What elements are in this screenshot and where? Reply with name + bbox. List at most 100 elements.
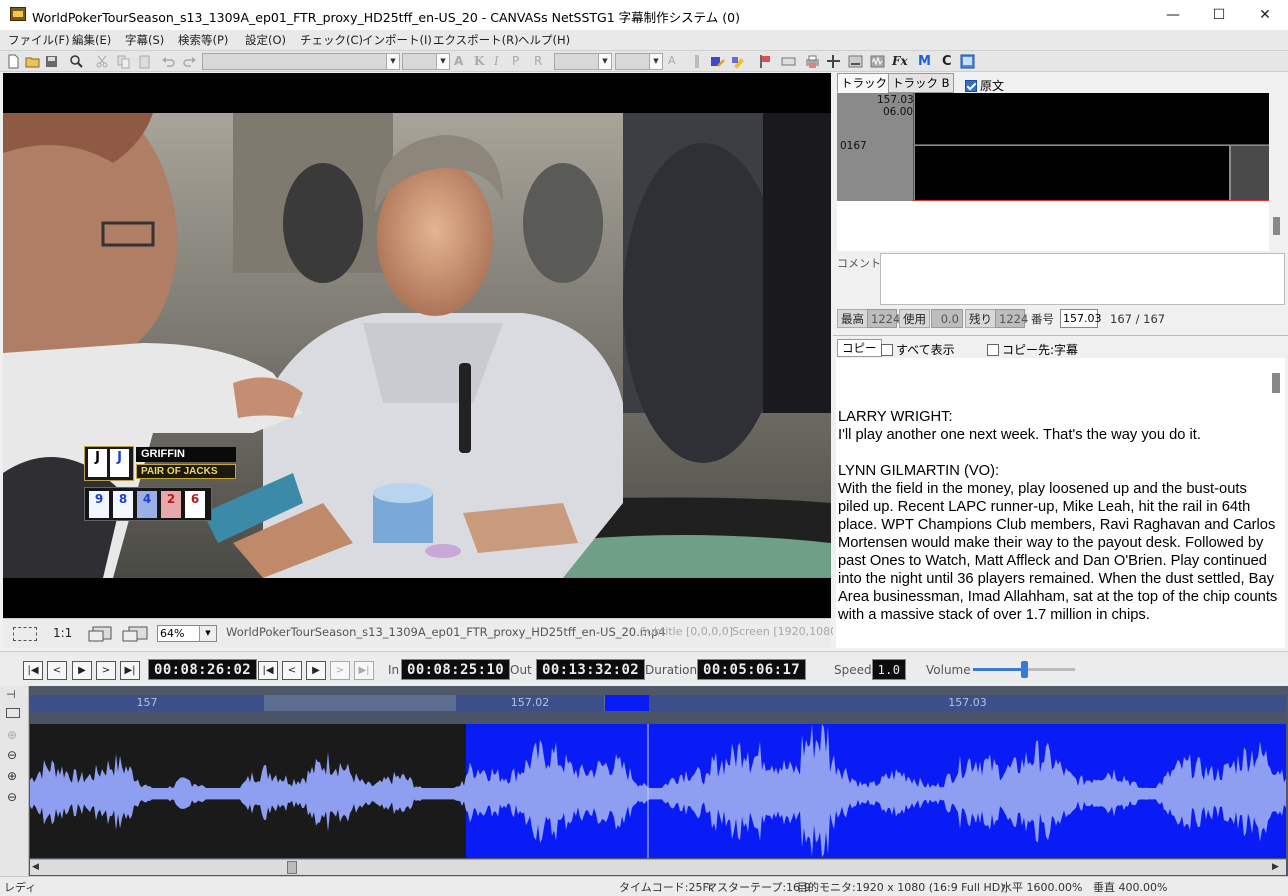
- scroll-thumb[interactable]: [287, 861, 297, 874]
- volume-knob[interactable]: [1021, 661, 1028, 678]
- waveform-icon[interactable]: [870, 54, 885, 69]
- step-back-button[interactable]: <: [47, 661, 67, 680]
- segment-157-02[interactable]: 157.02: [456, 695, 604, 711]
- duration-timecode[interactable]: 00:05:06:17: [697, 659, 807, 680]
- tab-copy[interactable]: コピー: [837, 339, 882, 357]
- segment-selected[interactable]: [605, 695, 649, 711]
- segment-end-button[interactable]: ▶|: [354, 661, 374, 680]
- highlight-icon[interactable]: [731, 54, 746, 69]
- char-spacing-arrow-icon[interactable]: ▼: [649, 54, 662, 69]
- subtitle-text-line-1[interactable]: [915, 93, 1269, 145]
- close-button[interactable]: ✕: [1242, 0, 1288, 30]
- char-spacing-select[interactable]: ▼: [615, 53, 663, 70]
- out-timecode[interactable]: 00:13:32:02: [536, 659, 646, 680]
- scroll-right-icon[interactable]: ▶: [1272, 862, 1279, 872]
- font-size-select[interactable]: ▼: [402, 53, 450, 70]
- overlay-toggle-icon[interactable]: [121, 625, 149, 643]
- script-scrollbar-thumb[interactable]: [1272, 373, 1280, 393]
- segment-start-button[interactable]: |◀: [258, 661, 278, 680]
- timeline-scrollbar[interactable]: ◀ ▶: [30, 859, 1286, 875]
- safe-area-icon[interactable]: [87, 625, 113, 643]
- c-button[interactable]: C: [942, 54, 957, 69]
- fit-screen-icon[interactable]: [13, 627, 37, 641]
- maximize-button[interactable]: ☐: [1196, 0, 1242, 30]
- ruby-icon[interactable]: A: [668, 54, 683, 69]
- timeline-ruler[interactable]: 157 157.02 157.03: [30, 695, 1286, 711]
- menu-edit[interactable]: 編集(E): [72, 32, 111, 48]
- step-forward-button[interactable]: >: [96, 661, 116, 680]
- zoom-in-disabled-icon[interactable]: ⊕: [7, 728, 17, 742]
- scroll-left-icon[interactable]: ◀: [32, 862, 39, 872]
- search-icon[interactable]: [69, 54, 84, 69]
- menu-file[interactable]: ファイル(F): [8, 32, 70, 48]
- minimize-button[interactable]: —: [1150, 0, 1196, 30]
- audio-waveform[interactable]: [30, 724, 1286, 858]
- segment-forward-button[interactable]: >: [330, 661, 350, 680]
- redo-icon[interactable]: [182, 54, 197, 69]
- layout-icon[interactable]: [848, 54, 863, 69]
- number-input[interactable]: 157.03: [1060, 309, 1102, 328]
- window-icon[interactable]: [960, 54, 975, 69]
- copy-icon[interactable]: [116, 54, 131, 69]
- menu-search[interactable]: 検索等(P): [178, 32, 228, 48]
- segment-back-button[interactable]: <: [282, 661, 302, 680]
- script-text[interactable]: LARRY WRIGHT: I'll play another one next …: [838, 408, 1278, 642]
- line-spacing-select[interactable]: ▼: [554, 53, 612, 70]
- checkbox-icon[interactable]: [987, 344, 999, 356]
- current-timecode[interactable]: 00:08:26:02: [148, 659, 258, 680]
- menu-check[interactable]: チェック(C): [300, 32, 363, 48]
- in-timecode[interactable]: 00:08:25:10: [401, 659, 511, 680]
- original-checkbox[interactable]: 原文: [965, 77, 1004, 94]
- menu-help[interactable]: ヘルプ(H): [518, 32, 570, 48]
- go-to-start-button[interactable]: |◀: [23, 661, 43, 680]
- print-icon[interactable]: [805, 54, 820, 69]
- segment-157-03[interactable]: 157.03: [649, 695, 1286, 711]
- copy-to-subtitle-checkbox[interactable]: コピー先:字幕: [987, 341, 1078, 358]
- paste-icon[interactable]: [137, 54, 152, 69]
- checkbox-icon[interactable]: [881, 344, 893, 356]
- checkbox-checked-icon[interactable]: [965, 80, 977, 92]
- menu-settings[interactable]: 設定(O): [245, 32, 286, 48]
- fit-icon[interactable]: [6, 708, 20, 718]
- new-file-icon[interactable]: [6, 54, 21, 69]
- keyboard-icon[interactable]: [781, 54, 796, 69]
- video-player[interactable]: J J GRIFFIN PAIR OF JACKS 9 8 4 2 6: [3, 73, 831, 618]
- edit-pencil-icon[interactable]: [710, 54, 725, 69]
- segment-play-button[interactable]: ▶: [306, 661, 326, 680]
- vertical-text-icon[interactable]: [690, 54, 705, 69]
- flag-icon[interactable]: [757, 54, 772, 69]
- go-to-end-button[interactable]: ▶|: [120, 661, 140, 680]
- menu-export[interactable]: エクスポート(R): [433, 32, 519, 48]
- menu-import[interactable]: インポート(I): [362, 32, 432, 48]
- font-style-icon[interactable]: A: [454, 54, 469, 69]
- font-select[interactable]: ▼: [202, 53, 400, 70]
- bold-icon[interactable]: K: [474, 54, 489, 69]
- subtitle-list-scrollbar[interactable]: [1269, 93, 1285, 251]
- subtitle-text-line-2[interactable]: [915, 146, 1229, 200]
- tab-track-b[interactable]: トラック B: [888, 73, 954, 93]
- comment-input[interactable]: [880, 253, 1285, 305]
- fx-button[interactable]: Fx: [892, 54, 908, 69]
- save-icon[interactable]: [44, 54, 59, 69]
- italic-icon[interactable]: I: [494, 54, 509, 69]
- p-format-icon[interactable]: P: [512, 54, 527, 69]
- subtitle-row[interactable]: 157.03 06.00 0167: [837, 93, 1269, 201]
- zoom-out-icon[interactable]: ⊖: [7, 748, 17, 762]
- vertical-zoom-in-icon[interactable]: ⊕: [7, 769, 17, 783]
- r-format-icon[interactable]: R: [534, 54, 549, 69]
- ratio-button[interactable]: 1:1: [53, 626, 72, 640]
- position-icon[interactable]: [826, 54, 841, 69]
- pin-icon[interactable]: ⊣: [6, 688, 16, 701]
- play-button[interactable]: ▶: [72, 661, 92, 680]
- open-folder-icon[interactable]: [25, 54, 40, 69]
- vertical-zoom-out-icon[interactable]: ⊖: [7, 790, 17, 804]
- show-all-checkbox[interactable]: すべて表示: [881, 341, 955, 358]
- menu-subtitle[interactable]: 字幕(S): [125, 32, 164, 48]
- zoom-dropdown-icon[interactable]: ▼: [199, 626, 216, 641]
- segment-157[interactable]: 157: [30, 695, 264, 711]
- line-spacing-arrow-icon[interactable]: ▼: [598, 54, 611, 69]
- font-size-arrow-icon[interactable]: ▼: [436, 54, 449, 69]
- m-button[interactable]: M: [918, 54, 933, 69]
- cut-icon[interactable]: [95, 54, 110, 69]
- undo-icon[interactable]: [161, 54, 176, 69]
